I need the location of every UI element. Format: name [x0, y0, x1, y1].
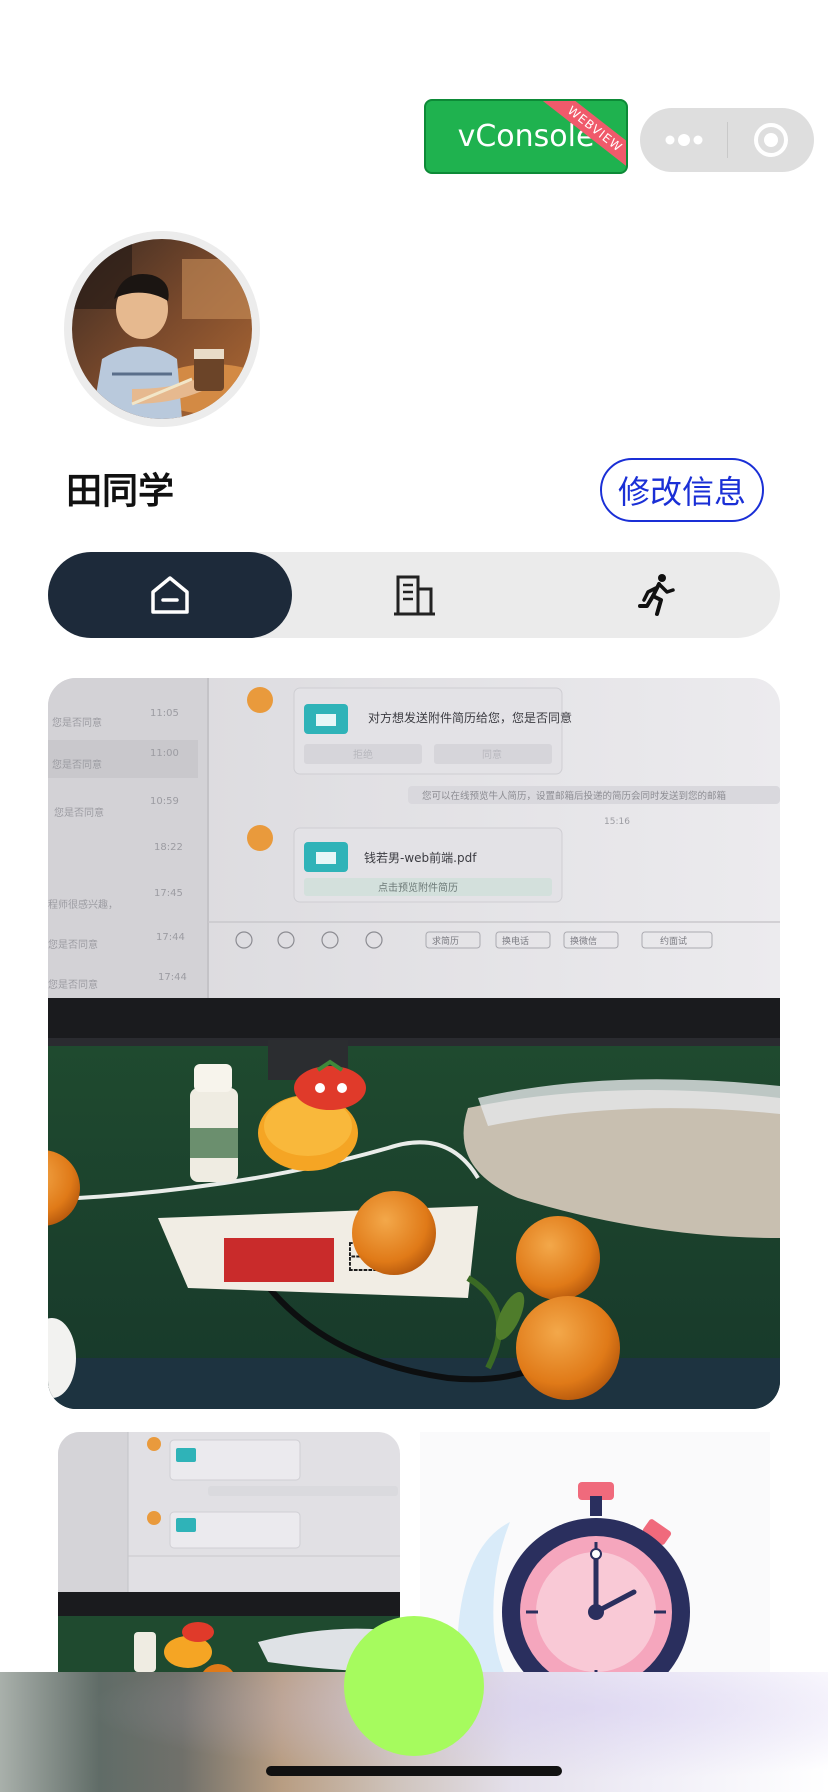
chat-snippet: 您是否同意	[48, 978, 98, 991]
home-indicator[interactable]	[266, 1766, 562, 1776]
chat-snippet: 您是否同意	[48, 938, 98, 951]
agree-label: 同意	[482, 748, 502, 761]
more-button[interactable]	[640, 108, 727, 172]
system-notice: 您可以在线预览牛人简历，设置邮箱后投递的简历会同时发送到您的邮箱	[422, 790, 726, 802]
user-name: 田同学	[66, 471, 175, 512]
chat-time: 10:59	[150, 796, 179, 807]
home-icon	[151, 576, 189, 614]
toolbar-item: 换微信	[570, 935, 597, 947]
chat-time: 15:16	[604, 817, 630, 827]
toolbar-item: 约面试	[660, 935, 687, 947]
avatar[interactable]	[64, 231, 260, 427]
chat-time: 11:00	[150, 748, 179, 759]
chat-message: 对方想发送附件简历给您，您是否同意	[368, 710, 572, 725]
toolbar-item: 换电话	[502, 935, 529, 947]
chat-time: 17:44	[156, 932, 185, 943]
avatar-photo	[72, 239, 252, 419]
chat-snippet: 您是否同意	[52, 716, 102, 729]
tab-company[interactable]	[292, 552, 536, 638]
file-name: 钱若男-web前端.pdf	[364, 850, 477, 865]
reject-label: 拒绝	[353, 748, 373, 761]
feed-photo-card[interactable]: 11:05 您是否同意 11:00 您是否同意 10:59 您是否同意 18:2…	[48, 678, 780, 1409]
file-preview-action: 点击预览附件简历	[378, 881, 458, 894]
more-dots-icon	[665, 134, 702, 146]
miniprogram-capsule	[640, 108, 814, 172]
profile-tab-bar	[48, 552, 780, 638]
chat-time: 17:44	[158, 972, 187, 983]
vconsole-button[interactable]: vConsole WEBVIEW	[424, 99, 628, 174]
chat-time: 18:22	[154, 842, 183, 853]
running-person-icon	[638, 574, 675, 616]
tab-activity[interactable]	[536, 552, 780, 638]
chat-snippet: 您是否同意	[54, 806, 104, 819]
chat-time: 17:45	[154, 888, 183, 899]
close-miniprogram-button[interactable]	[728, 108, 814, 172]
toolbar-item: 求简历	[432, 935, 459, 947]
chat-snippet: 程师很感兴趣，	[48, 898, 118, 911]
tab-home[interactable]	[48, 552, 292, 638]
chat-time: 11:05	[150, 708, 179, 719]
floating-action-button[interactable]	[344, 1616, 484, 1756]
chat-snippet: 您是否同意	[52, 758, 102, 771]
building-icon	[394, 575, 435, 616]
edit-info-button[interactable]: 修改信息	[600, 458, 764, 522]
target-circle-icon	[754, 123, 788, 157]
